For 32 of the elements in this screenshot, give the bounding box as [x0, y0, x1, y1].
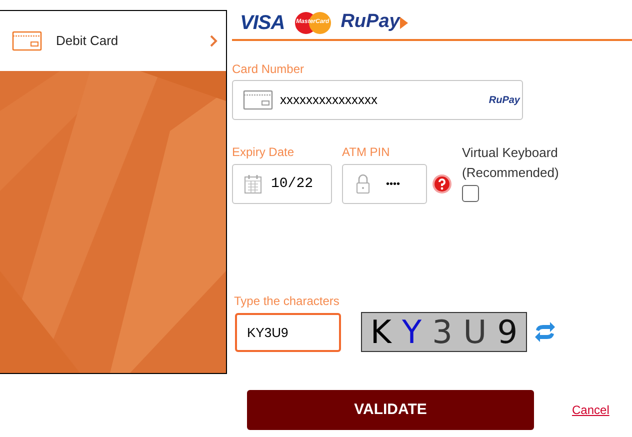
expiry-date-field[interactable]: 10/22 — [232, 164, 332, 204]
virtual-keyboard-checkbox[interactable] — [462, 185, 479, 202]
rupay-logo: RuPay — [488, 94, 520, 108]
rupay-logo: RuPay — [340, 10, 400, 34]
visa-logo: VISA — [240, 10, 285, 36]
captcha-character: K — [370, 316, 392, 348]
captcha-character: U — [463, 316, 487, 348]
validate-button[interactable]: VALIDATE — [247, 390, 534, 430]
refresh-icon[interactable] — [533, 321, 557, 343]
calendar-icon — [244, 174, 262, 194]
card-icon — [12, 31, 42, 51]
atm-pin-field[interactable]: •••• — [342, 164, 427, 204]
captcha-field[interactable]: KY3U9 — [235, 312, 341, 352]
virtual-keyboard-label: Virtual Keyboard — [462, 144, 559, 162]
recommended-note: (Recommended) — [462, 164, 559, 182]
rupay-arrow-icon — [400, 16, 408, 28]
card-number-field[interactable]: xxxxxxxxxxxxxxx RuPay — [232, 80, 523, 120]
field-label: ATM PIN — [342, 144, 391, 161]
expiry-date-value: 10/22 — [271, 174, 314, 194]
lock-icon — [356, 174, 370, 194]
card-number-value: xxxxxxxxxxxxxxx — [280, 91, 378, 110]
captcha-character: Y — [402, 316, 422, 348]
atm-pin-value: •••• — [386, 178, 400, 192]
captcha-character: 9 — [497, 316, 518, 348]
help-icon[interactable] — [432, 174, 452, 194]
card-icon — [243, 90, 273, 110]
field-label: Expiry Date — [232, 144, 296, 161]
captcha-character: 3 — [432, 316, 453, 348]
chevron-right-icon — [210, 35, 218, 47]
field-label: Card Number — [232, 61, 306, 78]
cancel-link[interactable]: Cancel — [572, 401, 610, 419]
field-label: Type the characters — [234, 293, 340, 310]
